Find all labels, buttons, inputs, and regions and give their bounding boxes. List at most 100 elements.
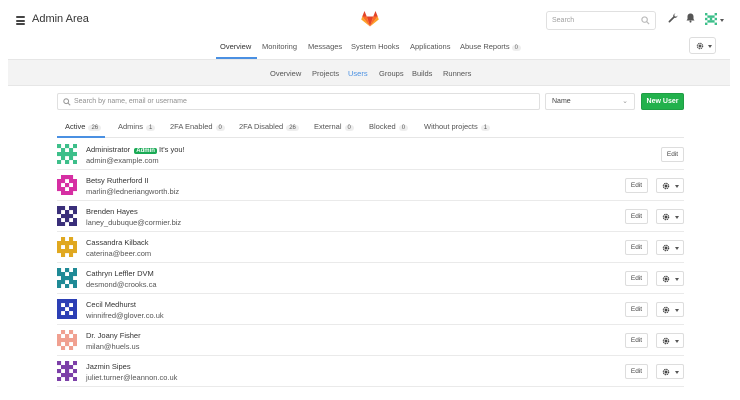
current-user-note: It's you! <box>159 145 185 154</box>
edit-user-button[interactable]: Edit <box>625 364 648 379</box>
subtab-projects[interactable]: Projects <box>312 69 339 78</box>
avatar[interactable] <box>57 144 77 164</box>
user-actions-dropdown[interactable] <box>656 271 684 286</box>
sort-value: Name <box>552 98 571 105</box>
filter-tab-label: Without projects <box>424 122 478 131</box>
list-item: Dr. Joany Fisher milan@huels.us Edit <box>57 325 684 356</box>
menu-icon[interactable] <box>16 16 25 27</box>
sort-select[interactable]: Name ⌄ <box>545 93 635 110</box>
search-icon <box>63 98 71 106</box>
tab-monitoring[interactable]: Monitoring <box>262 42 297 51</box>
filter-tab-label: External <box>314 122 342 131</box>
user-actions-dropdown[interactable] <box>656 240 684 255</box>
subtab-users[interactable]: Users <box>348 69 368 78</box>
user-name[interactable]: Cassandra Kilback <box>86 238 149 247</box>
wrench-icon[interactable] <box>668 13 678 23</box>
subtab-runners[interactable]: Runners <box>443 69 471 78</box>
user-actions-dropdown[interactable] <box>656 178 684 193</box>
list-item: Administrator Admin It's you! admin@exam… <box>57 139 684 170</box>
user-email: laney_dubuque@cormier.biz <box>86 218 182 227</box>
chevron-down-icon[interactable] <box>720 19 724 22</box>
tab-applications[interactable]: Applications <box>410 42 450 51</box>
tab-overview[interactable]: Overview <box>220 42 251 51</box>
subtab-overview[interactable]: Overview <box>270 69 301 78</box>
chevron-down-icon <box>675 185 679 188</box>
list-item: Brenden Hayes laney_dubuque@cormier.biz … <box>57 201 684 232</box>
edit-user-button[interactable]: Edit <box>625 333 648 348</box>
edit-user-button[interactable]: Edit <box>625 302 648 317</box>
avatar[interactable] <box>57 237 77 257</box>
filter-tab-admins[interactable]: Admins 1 <box>118 122 156 131</box>
bell-icon[interactable] <box>686 13 695 23</box>
avatar[interactable] <box>57 175 77 195</box>
avatar[interactable] <box>57 299 77 319</box>
user-name[interactable]: Jazmin Sipes <box>86 362 131 371</box>
new-user-button[interactable]: New User <box>641 93 684 110</box>
filter-tab-external[interactable]: External 0 <box>314 122 354 131</box>
filter-tab-count: 26 <box>286 125 299 131</box>
user-name[interactable]: Brenden Hayes <box>86 207 138 216</box>
tab-messages[interactable]: Messages <box>308 42 342 51</box>
settings-dropdown-button[interactable] <box>689 37 716 54</box>
tab-abuse-reports[interactable]: Abuse Reports 0 <box>460 42 521 51</box>
user-actions-dropdown[interactable] <box>656 333 684 348</box>
search-icon <box>641 16 650 25</box>
filter-tab-label: 2FA Enabled <box>170 122 213 131</box>
user-name[interactable]: Dr. Joany Fisher <box>86 331 141 340</box>
user-email: marlin@ledneriangworth.biz <box>86 187 180 196</box>
user-name[interactable]: Cathryn Leffler DVM <box>86 269 154 278</box>
gear-icon <box>662 368 670 376</box>
user-avatar[interactable] <box>705 13 717 25</box>
chevron-down-icon <box>675 216 679 219</box>
filter-tab-label: Blocked <box>369 122 396 131</box>
user-list: Administrator Admin It's you! admin@exam… <box>57 139 684 387</box>
filter-tab-label: 2FA Disabled <box>239 122 284 131</box>
list-item: Cathryn Leffler DVM desmond@crooks.ca Ed… <box>57 263 684 294</box>
avatar[interactable] <box>57 268 77 288</box>
user-actions-dropdown[interactable] <box>656 209 684 224</box>
avatar[interactable] <box>57 361 77 381</box>
filter-tab-active[interactable]: Active 26 <box>65 122 102 131</box>
chevron-down-icon <box>675 309 679 312</box>
edit-user-button[interactable]: Edit <box>625 209 648 224</box>
active-filter-indicator <box>57 136 105 138</box>
filter-tab-2fa-disabled[interactable]: 2FA Disabled 26 <box>239 122 299 131</box>
gear-icon <box>662 306 670 314</box>
tab-system-hooks[interactable]: System Hooks <box>351 42 399 51</box>
edit-user-button[interactable]: Edit <box>625 240 648 255</box>
filter-tab-2fa-enabled[interactable]: 2FA Enabled 0 <box>170 122 225 131</box>
avatar[interactable] <box>57 330 77 350</box>
top-header: Admin Area Search <box>0 0 740 38</box>
user-name[interactable]: Betsy Rutherford II <box>86 176 149 185</box>
edit-user-button[interactable]: Edit <box>625 178 648 193</box>
user-email: milan@huels.us <box>86 342 140 351</box>
edit-user-button[interactable]: Edit <box>661 147 684 162</box>
filter-tab-without-projects[interactable]: Without projects 1 <box>424 122 491 131</box>
user-email: desmond@crooks.ca <box>86 280 157 289</box>
page-title: Admin Area <box>32 13 89 25</box>
user-name[interactable]: Cecil Medhurst <box>86 300 136 309</box>
list-item: Jazmin Sipes juliet.turner@leannon.co.uk… <box>57 356 684 387</box>
filter-tab-blocked[interactable]: Blocked 0 <box>369 122 409 131</box>
chevron-down-icon <box>675 278 679 281</box>
gear-icon <box>662 213 670 221</box>
user-search-input[interactable]: Search by name, email or username <box>57 93 540 110</box>
chevron-down-icon <box>675 340 679 343</box>
subtab-groups[interactable]: Groups <box>379 69 404 78</box>
filter-tab-count: 0 <box>344 125 354 131</box>
user-name[interactable]: Administrator <box>86 145 130 154</box>
user-email: caterina@beer.com <box>86 249 152 258</box>
subtab-builds[interactable]: Builds <box>412 69 432 78</box>
gitlab-logo[interactable] <box>361 11 379 27</box>
edit-user-button[interactable]: Edit <box>625 271 648 286</box>
avatar[interactable] <box>57 206 77 226</box>
user-actions-dropdown[interactable] <box>656 302 684 317</box>
user-search-placeholder: Search by name, email or username <box>74 98 187 105</box>
user-actions-dropdown[interactable] <box>656 364 684 379</box>
chevron-down-icon: ⌄ <box>622 98 628 105</box>
filter-tab-label: Active <box>65 122 86 131</box>
search-placeholder: Search <box>552 17 575 24</box>
gear-icon <box>662 244 670 252</box>
sub-navigation: Overview Projects Users Groups Builds Ru… <box>8 59 730 86</box>
global-search-input[interactable]: Search <box>546 11 656 30</box>
